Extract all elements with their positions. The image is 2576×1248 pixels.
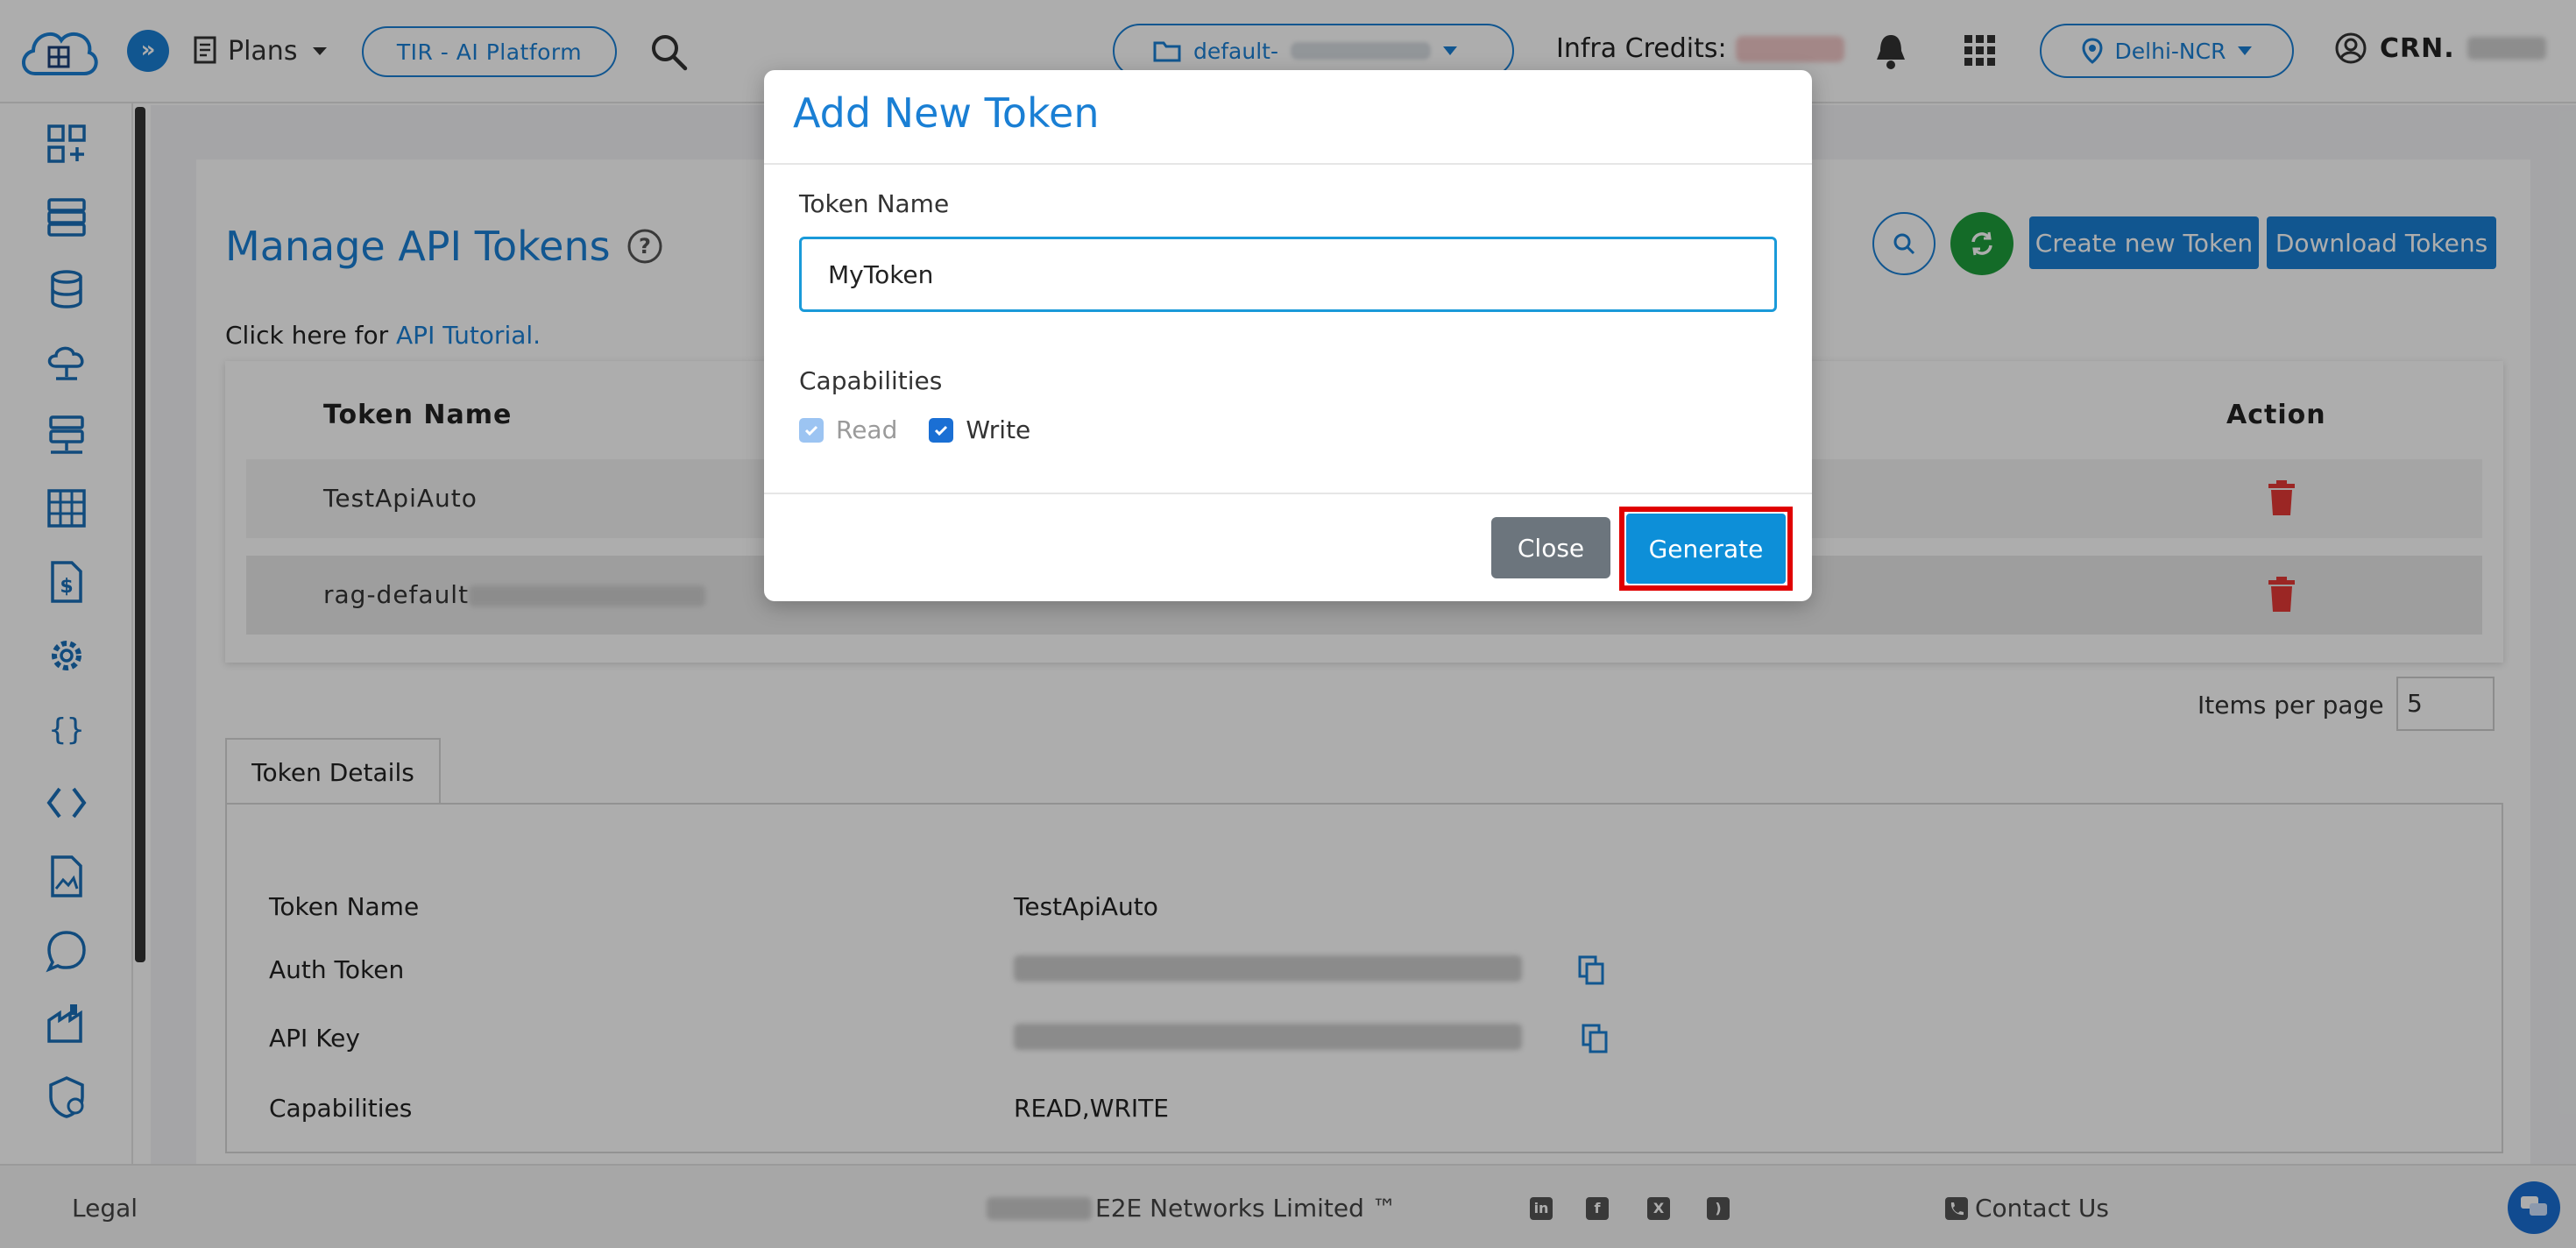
modal-header: Add New Token — [764, 70, 1812, 165]
write-checkbox[interactable] — [929, 417, 954, 443]
checkmark-icon — [804, 425, 818, 436]
read-checkbox — [799, 417, 824, 443]
token-name-input[interactable] — [799, 237, 1777, 312]
write-label: Write — [966, 415, 1031, 444]
generate-button[interactable]: Generate — [1626, 514, 1786, 584]
capabilities-label: Capabilities — [799, 366, 943, 395]
add-token-modal: Add New Token Token Name Capabilities Re… — [764, 70, 1812, 601]
read-label: Read — [836, 415, 898, 444]
modal-title: Add New Token — [793, 89, 1100, 137]
capabilities-options: Read Write — [799, 415, 1050, 444]
checkmark-icon — [935, 425, 948, 436]
token-name-label: Token Name — [799, 189, 950, 218]
close-button[interactable]: Close — [1491, 517, 1610, 578]
